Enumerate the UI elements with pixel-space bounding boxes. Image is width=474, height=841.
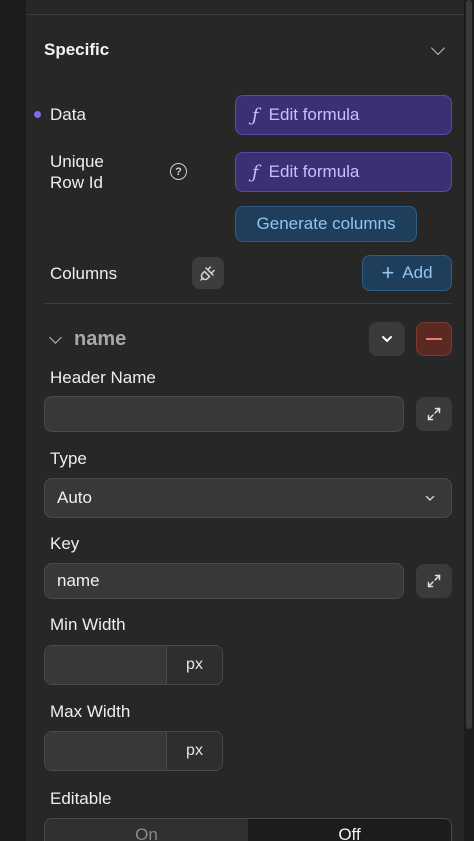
expand-editor-button[interactable]: [416, 564, 452, 598]
section-title: Specific: [44, 40, 110, 59]
editable-off-option[interactable]: Off: [248, 819, 451, 841]
plus-icon: +: [381, 260, 395, 285]
add-column-button[interactable]: + Add: [362, 255, 452, 291]
bound-indicator-dot: [34, 111, 41, 118]
plug-icon: [200, 266, 215, 281]
plug-button[interactable]: [192, 257, 224, 289]
expand-icon: [427, 574, 441, 588]
edit-formula-label: Edit formula: [268, 162, 360, 181]
key-label: Key: [50, 534, 80, 553]
min-width-label: Min Width: [50, 615, 126, 634]
key-input[interactable]: name: [44, 563, 404, 599]
header-name-label: Header Name: [50, 368, 156, 387]
chevron-down-icon: [425, 495, 435, 502]
editable-toggle[interactable]: On Off: [44, 818, 452, 841]
chevron-down-icon: [382, 336, 392, 343]
unique-row-id-label: Unique Row Id: [50, 152, 104, 192]
divider: [26, 14, 464, 15]
max-width-field[interactable]: [45, 732, 167, 770]
scrollbar-thumb[interactable]: [466, 0, 472, 729]
unit-label: px: [167, 646, 222, 684]
help-icon[interactable]: ?: [170, 163, 187, 180]
column-options-button[interactable]: [369, 322, 405, 356]
generate-columns-button[interactable]: Generate columns: [235, 206, 417, 242]
editable-on-option[interactable]: On: [45, 819, 248, 841]
formula-icon: ƒ: [252, 104, 259, 126]
min-width-field[interactable]: [45, 646, 167, 684]
min-width-input[interactable]: px: [44, 645, 223, 685]
max-width-label: Max Width: [50, 702, 131, 721]
scrollbar-track[interactable]: [464, 0, 474, 841]
edit-formula-label: Edit formula: [268, 105, 360, 124]
expand-editor-button[interactable]: [416, 397, 452, 431]
header-name-input[interactable]: [44, 396, 404, 432]
add-label: Add: [402, 263, 433, 282]
unique-row-edit-formula-button[interactable]: ƒ Edit formula: [235, 152, 452, 192]
type-select[interactable]: Auto: [44, 478, 452, 518]
formula-icon: ƒ: [252, 161, 259, 183]
data-label: Data: [50, 105, 86, 124]
type-label: Type: [50, 449, 87, 468]
unit-label: px: [167, 732, 222, 770]
column-name-title: name: [74, 328, 127, 350]
properties-panel: Specific Data ƒ Edit formula Unique Row …: [0, 0, 474, 841]
max-width-input[interactable]: px: [44, 731, 223, 771]
editable-label: Editable: [50, 789, 112, 808]
expand-icon: [427, 407, 441, 421]
remove-column-button[interactable]: [416, 322, 452, 356]
data-edit-formula-button[interactable]: ƒ Edit formula: [235, 95, 452, 135]
divider: [44, 303, 452, 304]
left-gutter: [0, 0, 26, 841]
type-value: Auto: [57, 488, 92, 507]
minus-icon: [426, 338, 442, 340]
chevron-down-icon[interactable]: [430, 40, 446, 56]
columns-label: Columns: [50, 264, 118, 283]
collapse-chevron-icon[interactable]: [49, 331, 62, 344]
